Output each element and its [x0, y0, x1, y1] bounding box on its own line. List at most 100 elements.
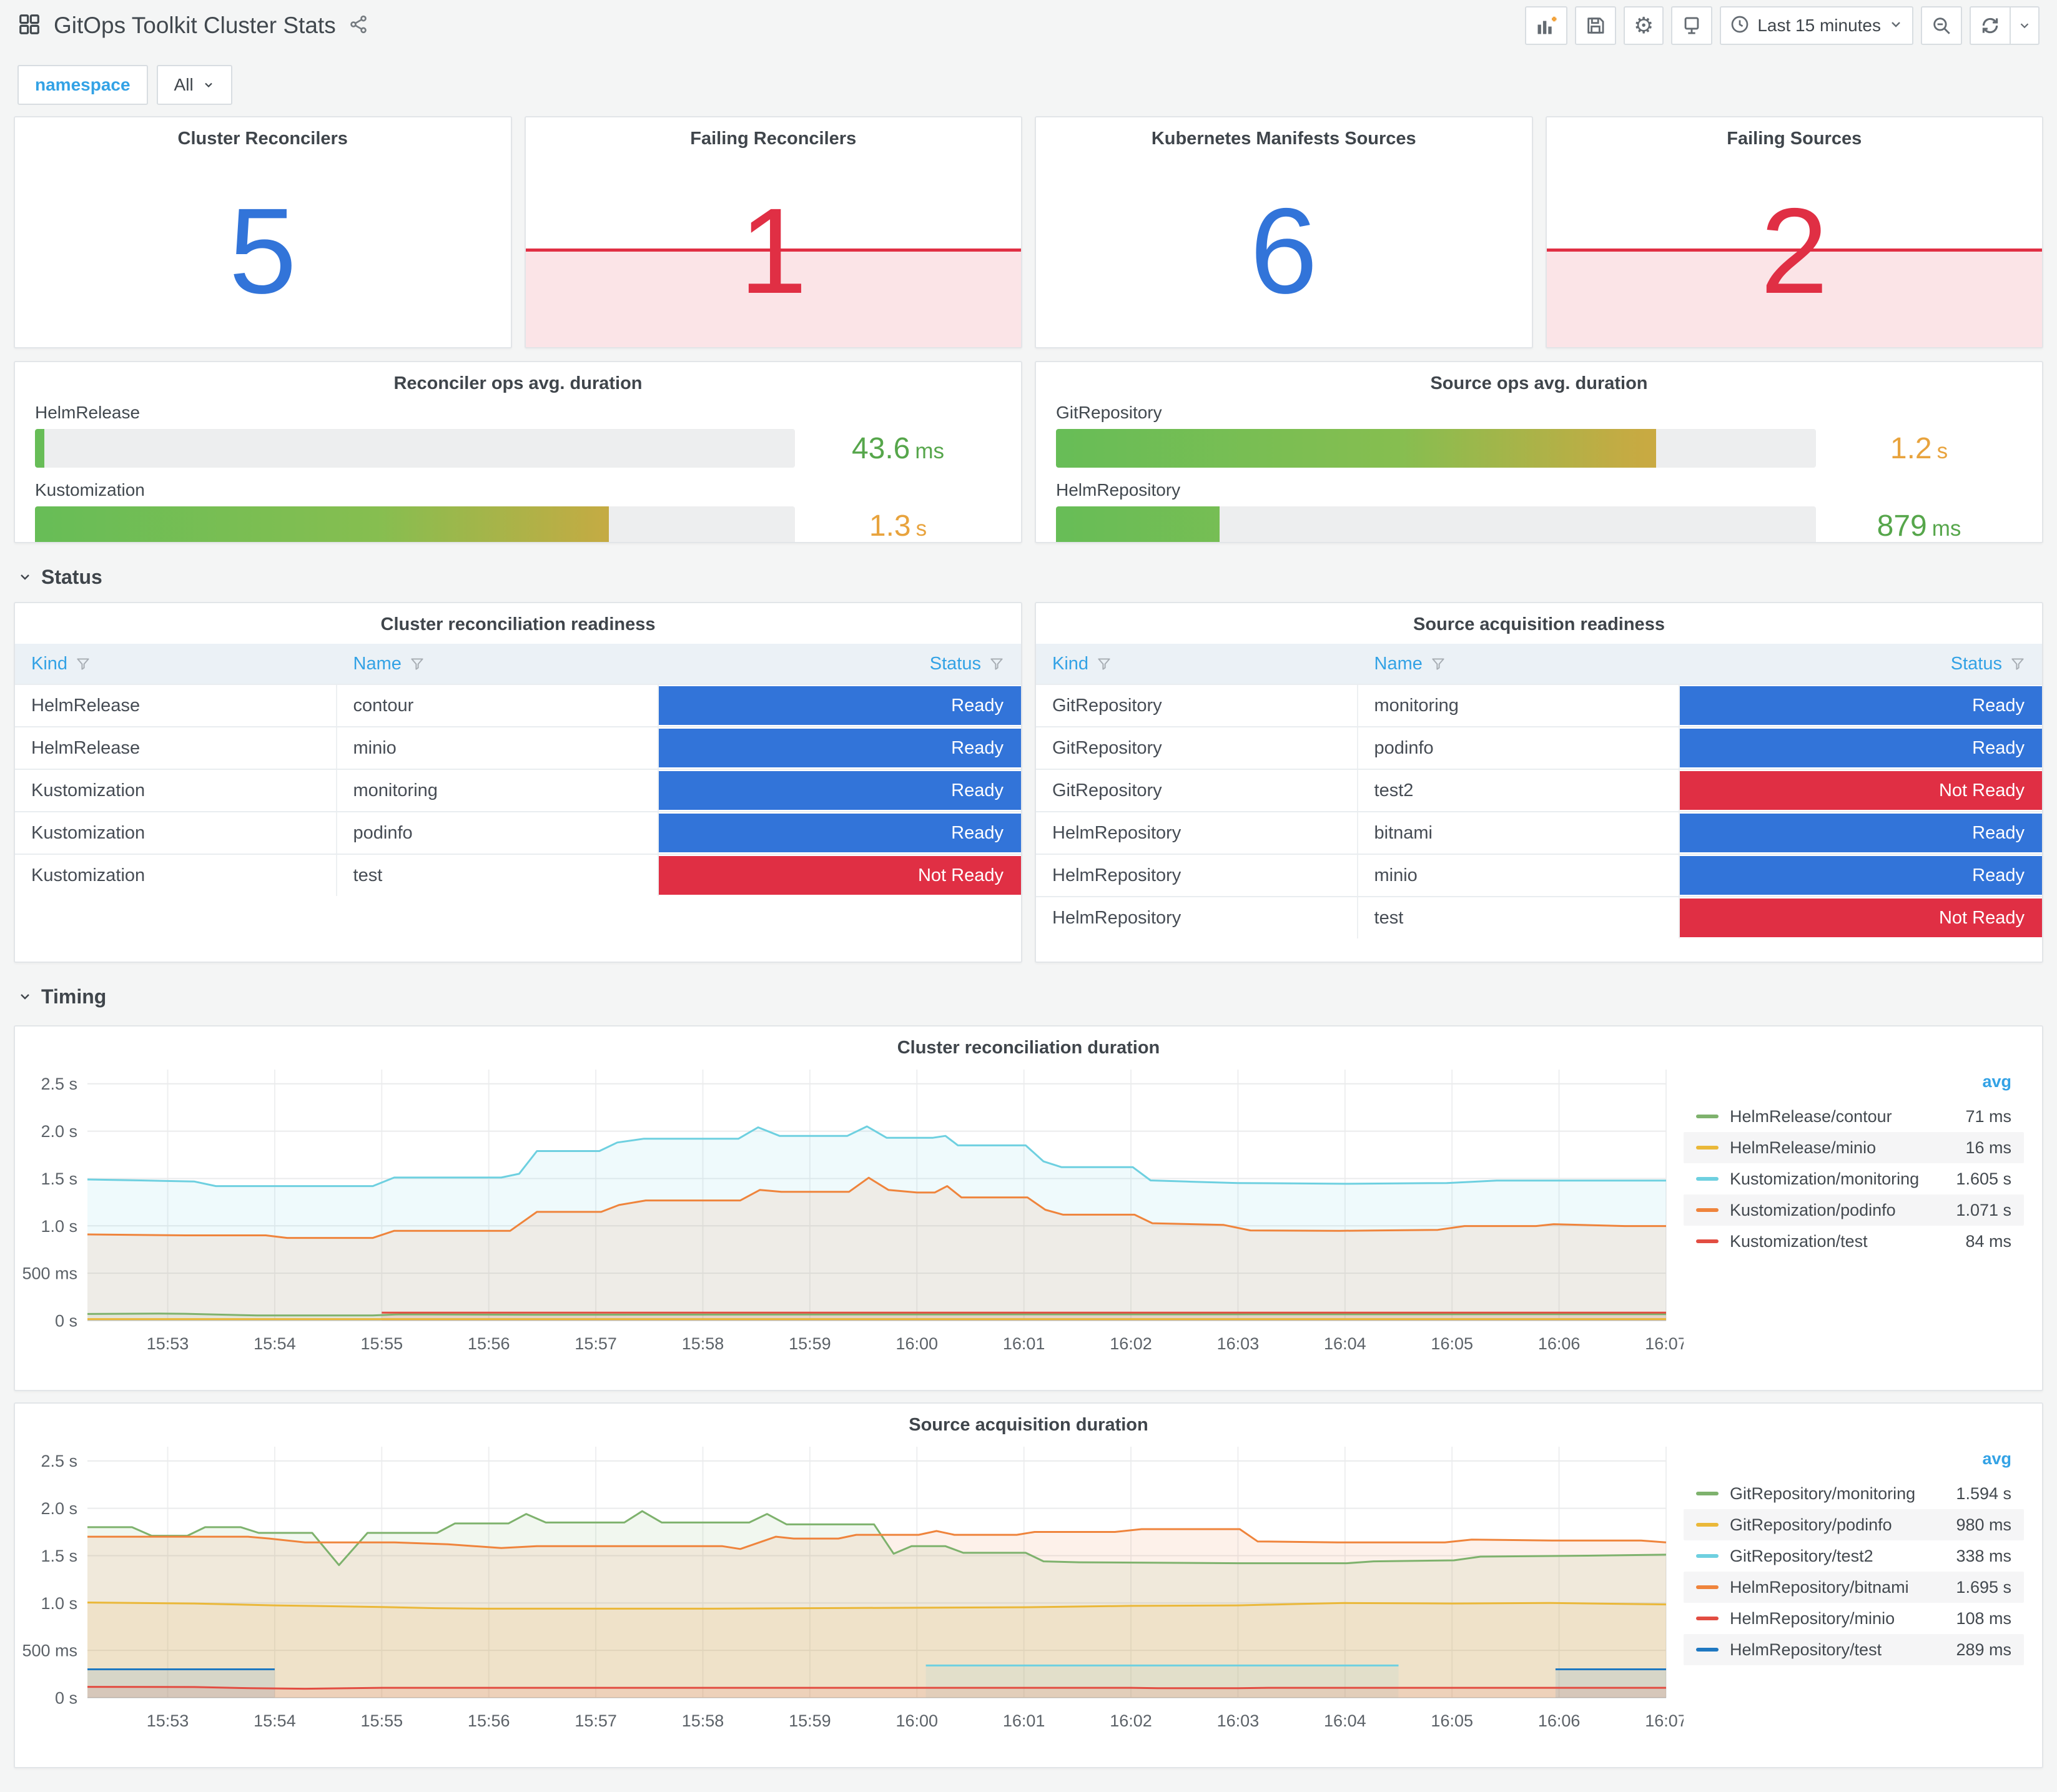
status-badge: Not Ready	[1680, 771, 2042, 810]
legend-item: Kustomization/test 84 ms	[1684, 1226, 2024, 1257]
status-cell: Ready	[659, 812, 1021, 854]
legend-series-name[interactable]: GitRepository/test2	[1730, 1547, 1956, 1566]
kind-cell: HelmRelease	[15, 685, 337, 726]
chart-body: 0 s 500 ms 1.0 s 1.5 s 2.0 s 2.5 s 15:53 15:54 1…	[15, 1058, 2042, 1358]
column-header-name[interactable]: Name	[1358, 644, 1680, 684]
gear-icon: ⚙	[1634, 12, 1654, 38]
column-header-label: Name	[353, 653, 402, 674]
svg-text:16:01: 16:01	[1003, 1334, 1045, 1353]
gauge-body: GitRepository 1.2 s HelmRepository 879 ms	[1036, 394, 2042, 542]
column-header-name[interactable]: Name	[337, 644, 659, 684]
submenu: namespace All	[0, 65, 2057, 105]
refresh-interval-dropdown[interactable]	[2010, 6, 2040, 45]
stat-value: 5	[229, 182, 297, 319]
gauge-bar: 1.2 s	[1056, 429, 2022, 468]
legend-series-name[interactable]: HelmRepository/minio	[1730, 1609, 1956, 1628]
gauge-row: HelmRepository 879 ms	[1056, 480, 2022, 542]
name-cell: test	[337, 855, 659, 896]
stat-value: 6	[1250, 182, 1318, 319]
kind-cell: GitRepository	[1036, 727, 1358, 769]
stat-panel-title: Failing Reconcilers	[690, 129, 857, 149]
status-badge: Ready	[1680, 814, 2042, 852]
column-header-status[interactable]: Status	[1680, 644, 2042, 684]
svg-text:16:07: 16:07	[1645, 1711, 1684, 1730]
table-title: Source acquisition readiness	[1413, 614, 1665, 634]
stat-panel-0: Cluster Reconcilers 5	[14, 116, 512, 348]
chevron-down-icon	[21, 574, 29, 580]
dashboard-header: GitOps Toolkit Cluster Stats ⚙ Last 15 m…	[0, 0, 2057, 51]
column-header-label: Status	[929, 653, 981, 674]
legend-series-dash	[1696, 1239, 1719, 1243]
filter-funnel-icon[interactable]	[409, 656, 425, 672]
svg-text:15:59: 15:59	[789, 1711, 831, 1730]
dashboard-grid-icon[interactable]	[17, 12, 41, 39]
name-cell: monitoring	[1358, 685, 1680, 726]
name-cell: test2	[1358, 770, 1680, 811]
save-dashboard-button[interactable]	[1575, 6, 1617, 45]
legend-series-name[interactable]: GitRepository/monitoring	[1730, 1484, 1956, 1504]
legend-series-name[interactable]: HelmRelease/minio	[1730, 1138, 1965, 1158]
legend-series-name[interactable]: HelmRepository/test	[1730, 1640, 1956, 1660]
legend-series-avg: 1.605 s	[1956, 1169, 2011, 1188]
status-badge: Not Ready	[659, 856, 1021, 895]
legend-series-name[interactable]: Kustomization/test	[1730, 1232, 1965, 1251]
name-cell: minio	[337, 727, 659, 769]
svg-text:15:58: 15:58	[682, 1334, 724, 1353]
legend-series-name[interactable]: Kustomization/podinfo	[1730, 1201, 1956, 1220]
legend-series-dash	[1696, 1554, 1719, 1558]
page-title[interactable]: GitOps Toolkit Cluster Stats	[54, 12, 336, 39]
status-badge: Ready	[659, 771, 1021, 810]
column-header-kind[interactable]: Kind	[1036, 644, 1358, 684]
legend-series-name[interactable]: HelmRepository/bitnami	[1730, 1578, 1956, 1597]
svg-text:500 ms: 500 ms	[22, 1264, 77, 1283]
status-cell: Not Ready	[1680, 770, 2042, 811]
legend-series-name[interactable]: HelmRelease/contour	[1730, 1107, 1965, 1126]
status-cell: Ready	[659, 770, 1021, 811]
share-icon[interactable]	[348, 14, 368, 37]
stat-value-wrap: 1	[526, 155, 1022, 347]
filter-funnel-icon[interactable]	[75, 656, 91, 672]
column-header-kind[interactable]: Kind	[15, 644, 337, 684]
gauge-track	[35, 506, 795, 542]
filter-funnel-icon[interactable]	[1096, 656, 1112, 672]
svg-text:15:57: 15:57	[575, 1711, 617, 1730]
gauge-fill-gradient	[35, 429, 44, 468]
time-picker-button[interactable]: Last 15 minutes	[1720, 6, 1913, 45]
legend-series-dash	[1696, 1585, 1719, 1589]
legend-series-name[interactable]: Kustomization/monitoring	[1730, 1169, 1956, 1189]
zoom-out-button[interactable]	[1921, 6, 1962, 45]
filter-funnel-icon[interactable]	[989, 656, 1005, 672]
table-row: Kustomization test Not Ready	[15, 854, 1021, 896]
column-header-label: Kind	[1052, 653, 1089, 674]
stat-value: 2	[1760, 182, 1828, 319]
status-badge: Ready	[1680, 856, 2042, 895]
gauge-panel-title: Source ops avg. duration	[1430, 373, 1648, 393]
stat-panel-1: Failing Reconcilers 1	[524, 116, 1022, 348]
dashboard-settings-button[interactable]: ⚙	[1624, 6, 1664, 45]
chevron-down-icon	[21, 994, 29, 1000]
svg-text:1.5 s: 1.5 s	[41, 1169, 77, 1188]
legend-series-name[interactable]: GitRepository/podinfo	[1730, 1515, 1956, 1535]
svg-text:15:56: 15:56	[468, 1711, 510, 1730]
variable-value-dropdown[interactable]: All	[156, 65, 232, 105]
filter-funnel-icon[interactable]	[2010, 656, 2026, 672]
filter-funnel-icon[interactable]	[1430, 656, 1446, 672]
section-timing[interactable]: Timing	[0, 979, 2057, 1014]
section-status[interactable]: Status	[0, 559, 2057, 594]
cycle-view-button[interactable]	[1671, 6, 1713, 45]
svg-text:16:05: 16:05	[1431, 1334, 1473, 1353]
legend-item: HelmRepository/bitnami 1.695 s	[1684, 1572, 2024, 1603]
chart-title: Source acquisition duration	[909, 1415, 1148, 1435]
column-header-status[interactable]: Status	[659, 644, 1021, 684]
legend-series-avg: 84 ms	[1965, 1231, 2011, 1251]
gauge-track	[1056, 429, 1816, 468]
svg-text:15:57: 15:57	[575, 1334, 617, 1353]
svg-text:16:02: 16:02	[1110, 1334, 1152, 1353]
gauge-label: HelmRepository	[1056, 480, 1181, 500]
stat-panel-2: Kubernetes Manifests Sources 6	[1035, 116, 1533, 348]
chart-plot-area[interactable]: 0 s 500 ms 1.0 s 1.5 s 2.0 s 2.5 s 15:53 15:54 1…	[22, 1060, 1684, 1358]
add-panel-button[interactable]	[1525, 6, 1568, 45]
chart-plot-area[interactable]: 0 s 500 ms 1.0 s 1.5 s 2.0 s 2.5 s 15:53 15:54 1…	[22, 1437, 1684, 1735]
table-header-row: Kind Name Status	[1036, 644, 2042, 684]
refresh-button[interactable]	[1970, 6, 2010, 45]
